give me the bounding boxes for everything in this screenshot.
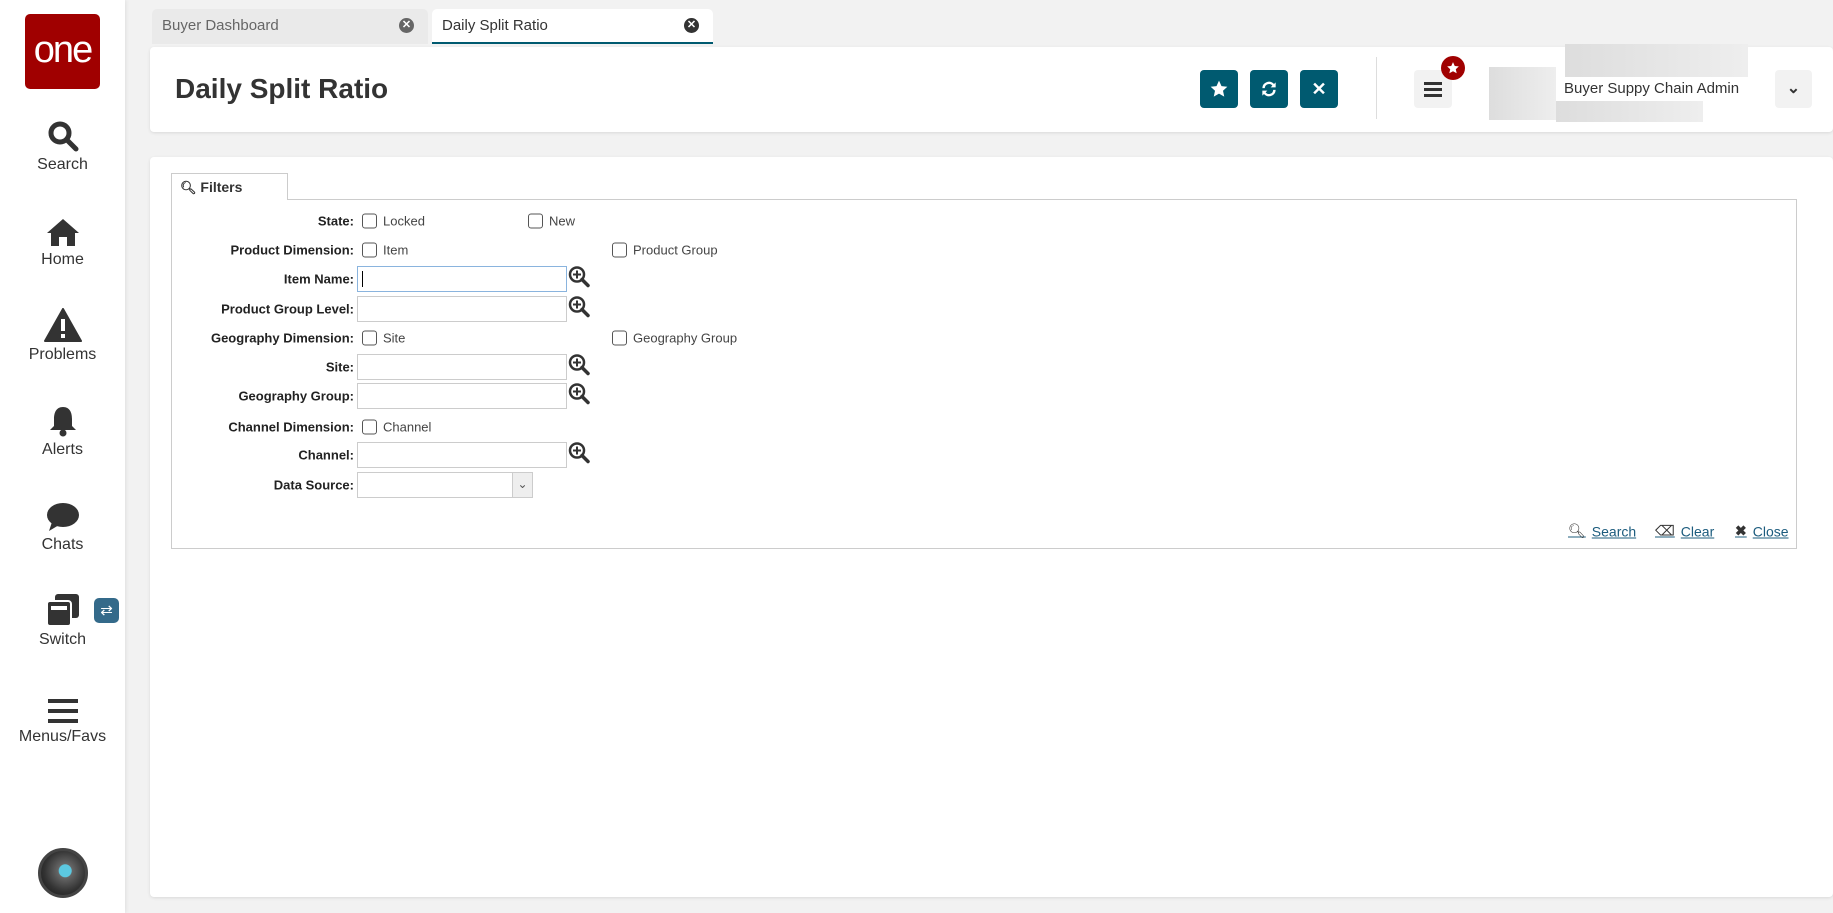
geography-group-label: Geography Group: (238, 388, 354, 404)
menu-icon (1424, 82, 1442, 97)
geography-group-lookup-icon[interactable] (568, 383, 590, 410)
close-link[interactable]: ✖ Close (1735, 523, 1789, 540)
search-link[interactable]: 🔍︎ Search (1568, 523, 1636, 540)
data-source-select[interactable]: ⌄ (357, 472, 533, 498)
one-logo[interactable]: one (25, 14, 100, 89)
sidebar-item-home[interactable]: Home (0, 213, 125, 269)
sidebar-item-search[interactable]: Search (0, 118, 125, 174)
data-source-label: Data Source: (273, 477, 354, 493)
chevron-down-icon: ⌄ (512, 473, 532, 497)
user-avatar[interactable] (38, 848, 88, 898)
close-tab-icon[interactable]: ✕ (684, 18, 699, 33)
close-tab-icon[interactable]: ✕ (399, 18, 414, 33)
home-icon (0, 213, 125, 247)
user-role: Buyer Suppy Chain Admin (1564, 80, 1740, 97)
geography-dimension-label: Geography Dimension: (210, 330, 354, 346)
geography-group-checkbox[interactable] (612, 330, 627, 346)
product-dimension-label: Product Dimension: (230, 242, 354, 258)
refresh-icon (1262, 81, 1276, 97)
star-icon (1210, 80, 1228, 97)
close-button[interactable]: ✕ (1300, 70, 1338, 108)
sidebar-item-label: Menus/Favs (18, 728, 107, 745)
chevron-down-icon: ⌄ (1786, 80, 1801, 97)
sidebar-item-label: Alerts (42, 441, 83, 458)
switch-badge-icon[interactable]: ⇄ (94, 598, 119, 623)
menu-icon (0, 690, 125, 724)
sidebar-item-chats[interactable]: Chats (0, 498, 125, 554)
item-label: Item (383, 242, 409, 258)
bell-icon (0, 403, 125, 437)
item-checkbox[interactable] (362, 242, 377, 258)
product-group-level-lookup-icon[interactable] (568, 296, 590, 323)
warning-icon (0, 308, 125, 342)
user-name-placeholder (1565, 44, 1748, 77)
divider (1376, 57, 1377, 119)
search-link-label: Search (1591, 523, 1637, 539)
channel-lookup-icon[interactable] (568, 442, 590, 469)
tab-label: Daily Split Ratio (442, 17, 548, 34)
site-lookup-icon[interactable] (568, 354, 590, 381)
product-group-level-input[interactable] (357, 296, 567, 322)
close-link-label: Close (1752, 523, 1789, 539)
tab-buyer-dashboard[interactable]: Buyer Dashboard ✕ (152, 9, 428, 44)
sidebar-item-menus-favs[interactable]: Menus/Favs (0, 690, 125, 746)
sidebar-item-label: Home (41, 251, 84, 268)
site-checkbox[interactable] (362, 330, 377, 346)
search-icon: 🔍︎ (180, 180, 197, 195)
filters-tab-label: Filters (200, 179, 243, 195)
sidebar: one Search Home Problems Alerts Chats Sw… (0, 0, 125, 913)
chat-icon (0, 498, 125, 532)
new-checkbox[interactable] (528, 213, 543, 229)
item-name-lookup-icon[interactable] (568, 266, 590, 293)
locked-label: Locked (383, 213, 425, 229)
sidebar-item-problems[interactable]: Problems (0, 308, 125, 364)
new-label: New (549, 213, 576, 229)
sidebar-item-label: Chats (41, 536, 84, 553)
sidebar-item-alerts[interactable]: Alerts (0, 403, 125, 459)
star-icon (1447, 62, 1459, 74)
product-group-label: Product Group (633, 242, 718, 258)
item-name-input[interactable] (357, 266, 567, 292)
sidebar-item-label: Search (37, 156, 88, 173)
site-input[interactable] (357, 354, 567, 380)
channel-input[interactable] (357, 442, 567, 468)
item-name-label: Item Name: (283, 271, 354, 287)
locked-checkbox[interactable] (362, 213, 377, 229)
favorites-badge (1441, 56, 1465, 80)
filters-tab[interactable]: 🔍︎ Filters (171, 173, 288, 200)
user-org-placeholder (1556, 101, 1703, 122)
channel-checkbox-label: Channel (383, 419, 432, 435)
close-icon: ✕ (1311, 78, 1327, 99)
product-group-level-label: Product Group Level: (221, 301, 354, 317)
search-icon (0, 118, 125, 152)
broom-icon: ⌫ (1655, 522, 1675, 539)
search-icon: 🔍︎ (1568, 522, 1586, 539)
user-menu-dropdown[interactable]: ⌄ (1775, 70, 1812, 108)
close-icon: ✖ (1735, 522, 1747, 539)
sidebar-item-label: Problems (28, 346, 97, 363)
sidebar-item-label: Switch (38, 631, 87, 648)
site-label: Site: (325, 359, 354, 375)
tab-label: Buyer Dashboard (162, 17, 279, 34)
channel-checkbox[interactable] (362, 419, 377, 435)
channel-dimension-label: Channel Dimension: (228, 419, 354, 435)
state-label: State: (317, 213, 354, 229)
refresh-button[interactable] (1250, 70, 1288, 108)
geography-group-input[interactable] (357, 383, 567, 409)
channel-label: Channel: (298, 447, 354, 463)
page-title: Daily Split Ratio (175, 73, 389, 104)
clear-link-label: Clear (1680, 523, 1715, 539)
product-group-checkbox[interactable] (612, 242, 627, 258)
geography-group-checkbox-label: Geography Group (633, 330, 738, 346)
page-header: Daily Split Ratio ✕ Buyer Suppy Chain Ad… (150, 44, 1833, 132)
site-checkbox-label: Site (383, 330, 406, 346)
clear-link[interactable]: ⌫ Clear (1655, 523, 1714, 540)
tab-daily-split-ratio[interactable]: Daily Split Ratio ✕ (432, 9, 713, 44)
user-photo-placeholder (1489, 67, 1556, 120)
favorite-button[interactable] (1200, 70, 1238, 108)
